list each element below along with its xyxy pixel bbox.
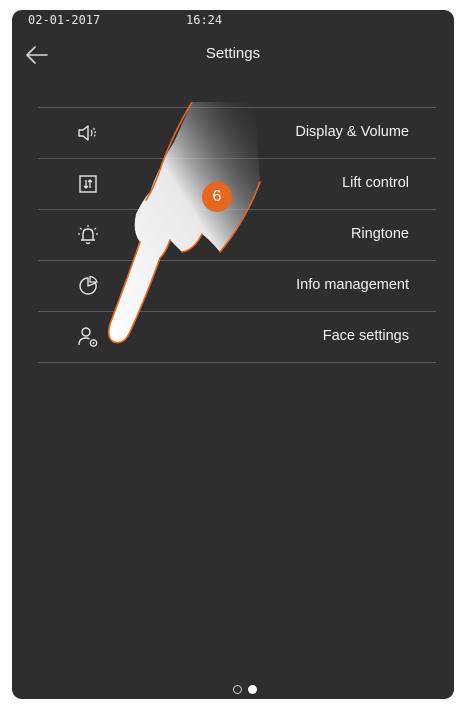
menu-item-label: Lift control bbox=[342, 175, 409, 191]
menu-item-info-management[interactable]: Info management bbox=[38, 260, 436, 311]
menu-item-display-volume[interactable]: Display & Volume bbox=[38, 107, 436, 158]
menu-item-label: Ringtone bbox=[350, 226, 409, 242]
speaker-icon bbox=[76, 121, 100, 145]
menu-item-face-settings[interactable]: Face settings bbox=[38, 311, 436, 363]
status-bar: 02-01-2017 16:24 bbox=[12, 13, 454, 29]
bell-icon bbox=[76, 223, 100, 247]
menu-item-ringtone[interactable]: Ringtone bbox=[38, 209, 436, 260]
status-date: 02-01-2017 bbox=[28, 13, 101, 27]
info-chart-icon bbox=[76, 274, 100, 298]
menu-item-label: Display & Volume bbox=[295, 124, 409, 140]
page-dot-inactive[interactable] bbox=[233, 685, 242, 694]
page-title: Settings bbox=[205, 45, 261, 62]
lift-icon bbox=[76, 172, 100, 196]
header: Settings bbox=[12, 38, 454, 78]
menu-item-label: Info management bbox=[296, 277, 409, 293]
settings-list: Display & Volume Lift control Ringtone I… bbox=[38, 107, 436, 363]
menu-item-label: Face settings bbox=[322, 328, 409, 344]
menu-item-lift-control[interactable]: Lift control bbox=[38, 158, 436, 209]
status-time: 16:24 bbox=[186, 13, 223, 27]
page-dot-active[interactable] bbox=[248, 685, 257, 694]
step-badge: 6 bbox=[202, 182, 232, 212]
device-screen: 02-01-2017 16:24 Settings Display & Volu… bbox=[12, 10, 454, 699]
face-settings-icon bbox=[76, 325, 100, 349]
